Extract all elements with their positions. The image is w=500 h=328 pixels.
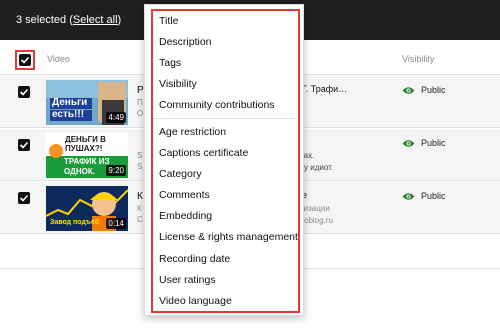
menu-item-category[interactable]: Category <box>159 168 202 180</box>
visibility-status: Public <box>421 191 446 201</box>
edit-fields-menu: Title Description Tags Visibility Commun… <box>144 4 304 316</box>
visibility-cell[interactable]: Public <box>402 85 446 95</box>
eye-icon <box>402 86 415 95</box>
video-thumbnail[interactable]: Завод подъеб 0:14 <box>46 186 128 231</box>
thumbnail-caption: ПУШАХ?! <box>65 144 103 153</box>
visibility-cell[interactable]: Public <box>402 138 446 148</box>
video-meta: О <box>137 109 144 118</box>
eye-icon <box>402 192 415 201</box>
check-icon <box>19 88 29 96</box>
video-description-tail: koblog.ru <box>300 216 333 225</box>
check-icon <box>19 141 29 149</box>
visibility-status: Public <box>421 85 446 95</box>
video-thumbnail[interactable]: Деньги есть!!! 4:49 <box>46 80 128 125</box>
thumbnail-caption: ДЕНЬГИ В <box>65 135 106 144</box>
eye-icon <box>402 139 415 148</box>
column-header-video[interactable]: Video <box>47 54 70 64</box>
video-description-tail: ху идиот. <box>300 163 334 172</box>
thumbnail-caption: Завод подъеб <box>50 219 100 226</box>
video-description-tail: тизации <box>300 204 330 213</box>
bulk-edit-screen: 3 selected (Select all) Video Visibility <box>0 0 500 328</box>
menu-item-title[interactable]: Title <box>159 15 178 27</box>
video-duration: 0:14 <box>106 218 126 229</box>
selected-count-text: 3 selected <box>16 14 67 26</box>
video-duration: 9:20 <box>106 165 126 176</box>
thumbnail-caption: есть!!! <box>52 109 85 120</box>
menu-item-video-language[interactable]: Video language <box>159 295 232 307</box>
menu-item-recording-date[interactable]: Recording date <box>159 253 230 265</box>
menu-item-visibility[interactable]: Visibility <box>159 78 197 90</box>
video-meta: S <box>137 162 143 171</box>
video-duration: 4:49 <box>106 112 126 123</box>
menu-separator <box>153 118 297 119</box>
video-meta: С <box>137 215 143 224</box>
selection-count: 3 selected (Select all) <box>16 14 121 26</box>
thumbnail-caption: ТРАФИК ИЗ <box>64 157 110 166</box>
select-all-checkbox[interactable] <box>19 54 31 66</box>
video-meta: П <box>137 98 143 107</box>
menu-item-community-contributions[interactable]: Community contributions <box>159 99 275 111</box>
visibility-cell[interactable]: Public <box>402 191 446 201</box>
thumbnail-caption: Деньги <box>52 97 88 108</box>
menu-item-captions-certificate[interactable]: Captions certificate <box>159 147 248 159</box>
row-checkbox[interactable] <box>18 139 30 151</box>
select-all-checkbox-frame <box>15 50 35 70</box>
check-icon <box>19 194 29 202</box>
row-checkbox[interactable] <box>18 86 30 98</box>
video-meta: К <box>137 204 142 213</box>
video-title-tail: Г. Трафи… <box>302 84 348 94</box>
paren-close: ) <box>117 14 122 26</box>
column-header-visibility[interactable]: Visibility <box>402 54 434 64</box>
menu-item-age-restriction[interactable]: Age restriction <box>159 126 226 138</box>
paren-open: ( <box>66 14 73 26</box>
video-meta: S <box>137 151 143 160</box>
video-title[interactable]: К <box>137 191 143 202</box>
menu-item-user-ratings[interactable]: User ratings <box>159 274 216 286</box>
menu-item-embedding[interactable]: Embedding <box>159 210 212 222</box>
row-checkbox[interactable] <box>18 192 30 204</box>
visibility-status: Public <box>421 138 446 148</box>
menu-item-comments[interactable]: Comments <box>159 189 210 201</box>
thumbnail-caption: ОДНОК. <box>64 167 95 176</box>
menu-item-license-rights[interactable]: License & rights management <box>159 231 298 243</box>
check-icon <box>20 56 30 64</box>
video-thumbnail[interactable]: ДЕНЬГИ В ПУШАХ?! ТРАФИК ИЗ ОДНОК. 9:20 <box>46 133 128 178</box>
video-title[interactable]: Р <box>137 85 144 96</box>
menu-item-tags[interactable]: Tags <box>159 57 181 69</box>
menu-item-description[interactable]: Description <box>159 36 212 48</box>
select-all-link[interactable]: Select all <box>73 14 118 26</box>
